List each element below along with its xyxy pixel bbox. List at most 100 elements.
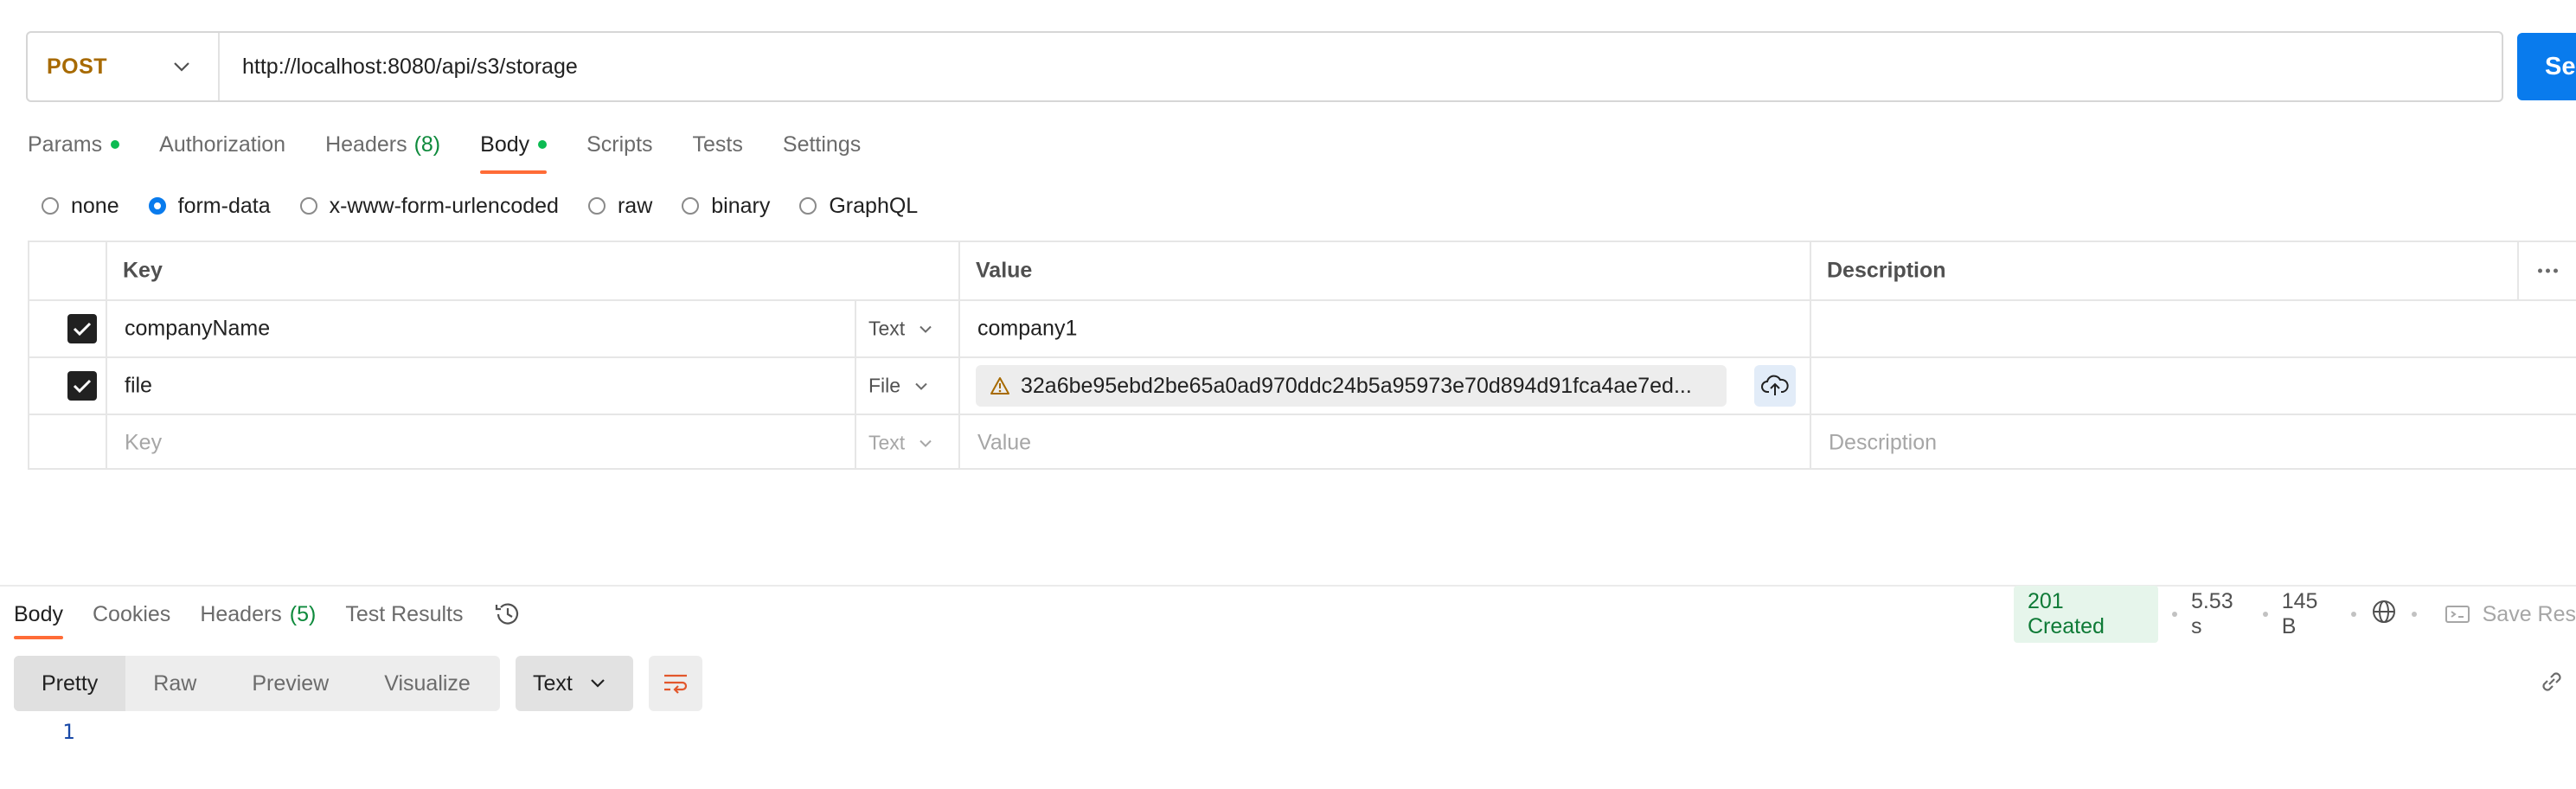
file-chip[interactable]: 32a6be95ebd2be65a0ad970ddc24b5a95973e70d…	[976, 365, 1727, 407]
response-meta: 201 Created 5.53 s 145 B Save Res	[2014, 586, 2576, 643]
form-data-table: Key Value Description companyName Text c…	[28, 241, 2576, 470]
value-cell[interactable]: company1	[977, 317, 1077, 342]
type-select[interactable]: Text	[868, 432, 932, 455]
key-placeholder[interactable]: Key	[125, 431, 162, 456]
radio-label: form-data	[177, 193, 271, 218]
response-tab-headers[interactable]: Headers (5)	[200, 602, 316, 627]
table-row: companyName Text company1	[29, 301, 2576, 358]
method-select[interactable]: POST	[28, 33, 220, 100]
file-name: 32a6be95ebd2be65a0ad970ddc24b5a95973e70d…	[1021, 373, 1692, 398]
section-divider	[0, 585, 2576, 587]
radio-graphql[interactable]: GraphQL	[799, 194, 918, 219]
value-placeholder[interactable]: Value	[977, 431, 1031, 456]
body-type-options: none form-data x-www-form-urlencoded raw…	[42, 189, 947, 223]
header-key: Key	[123, 258, 163, 283]
headers-count: (8)	[413, 132, 441, 157]
tab-label: Headers	[200, 601, 282, 626]
history-icon[interactable]	[493, 600, 522, 629]
radio-label: none	[71, 193, 119, 218]
header-description: Description	[1827, 258, 1946, 283]
response-tab-body[interactable]: Body	[14, 602, 63, 639]
tab-label: Headers	[325, 132, 407, 157]
chevron-down-icon	[920, 439, 932, 447]
column-divider	[2517, 242, 2519, 299]
more-options-icon[interactable]	[2538, 268, 2558, 273]
wrap-lines-button[interactable]	[649, 656, 702, 711]
upload-file-button[interactable]	[1754, 365, 1796, 407]
description-placeholder[interactable]: Description	[1829, 431, 1937, 456]
separator-dot	[2172, 612, 2177, 617]
wrap-lines-icon	[664, 674, 688, 694]
radio-icon	[587, 197, 606, 215]
tab-headers[interactable]: Headers (8)	[325, 125, 440, 164]
chevron-down-icon	[920, 325, 932, 333]
table-header-row: Key Value Description	[29, 242, 2576, 301]
check-icon	[73, 322, 92, 337]
url-input[interactable]: http://localhost:8080/api/s3/storage	[220, 55, 578, 80]
key-cell[interactable]: companyName	[125, 317, 270, 342]
tab-label: Tests	[692, 132, 743, 157]
radio-urlencoded[interactable]: x-www-form-urlencoded	[299, 193, 559, 219]
active-dot-icon	[111, 140, 120, 149]
separator-dot	[2350, 612, 2356, 617]
radio-label: raw	[617, 193, 653, 218]
url-bar: POST http://localhost:8080/api/s3/storag…	[26, 31, 2503, 102]
save-example-icon	[2445, 606, 2470, 623]
type-select[interactable]: File	[868, 375, 928, 398]
key-cell[interactable]: file	[125, 374, 152, 399]
chevron-down-icon	[174, 62, 189, 72]
tab-scripts[interactable]: Scripts	[586, 125, 652, 164]
response-size[interactable]: 145 B	[2282, 589, 2337, 639]
table-row-placeholder: Key Text Value Description	[29, 415, 2576, 471]
tab-label: Authorization	[159, 132, 286, 157]
radio-label: x-www-form-urlencoded	[329, 193, 559, 218]
radio-none[interactable]: none	[42, 194, 119, 219]
globe-icon[interactable]	[2370, 598, 2398, 632]
tab-tests[interactable]: Tests	[693, 125, 743, 164]
type-select[interactable]: Text	[868, 318, 932, 341]
type-label: Text	[868, 431, 906, 454]
line-number: 1	[62, 720, 75, 744]
format-select[interactable]: Text	[516, 656, 633, 711]
chevron-down-icon	[915, 382, 927, 390]
radio-label: GraphQL	[829, 193, 919, 218]
tab-settings[interactable]: Settings	[783, 125, 861, 164]
radio-raw[interactable]: raw	[587, 193, 653, 219]
header-value: Value	[976, 258, 1033, 283]
link-icon[interactable]	[2538, 668, 2566, 700]
radio-form-data[interactable]: form-data	[148, 193, 271, 219]
tab-label: Params	[28, 132, 103, 157]
send-button[interactable]: Se	[2517, 33, 2576, 100]
format-label: Text	[533, 670, 573, 696]
save-response-button[interactable]: Save Res	[2445, 602, 2576, 627]
separator-dot	[2411, 612, 2417, 617]
table-row: file File 32a6be95ebd2be65a0ad970ddc24b5…	[29, 358, 2576, 415]
view-preview[interactable]: Preview	[224, 656, 356, 711]
view-pretty[interactable]: Pretty	[14, 656, 126, 711]
row-checkbox[interactable]	[67, 314, 97, 343]
row-checkbox[interactable]	[67, 371, 97, 401]
radio-label: binary	[711, 193, 771, 218]
type-label: Text	[868, 317, 906, 340]
radio-icon	[42, 197, 59, 215]
active-dot-icon	[538, 140, 548, 149]
status-badge[interactable]: 201 Created	[2014, 586, 2159, 643]
headers-count: (5)	[289, 601, 317, 626]
radio-icon	[299, 197, 317, 215]
response-tab-cookies[interactable]: Cookies	[93, 602, 170, 627]
tab-params[interactable]: Params	[28, 125, 120, 164]
separator-dot	[2262, 612, 2268, 617]
radio-binary[interactable]: binary	[682, 194, 770, 219]
radio-checked-icon	[148, 197, 166, 215]
view-raw[interactable]: Raw	[125, 656, 224, 711]
warning-icon	[990, 377, 1009, 394]
response-time[interactable]: 5.53 s	[2191, 589, 2249, 639]
method-label: POST	[47, 54, 108, 79]
response-tab-test-results[interactable]: Test Results	[345, 602, 463, 627]
tab-body[interactable]: Body	[480, 125, 548, 174]
save-response-label: Save Res	[2482, 601, 2576, 626]
type-label: File	[868, 374, 901, 397]
response-tabs: Body Cookies Headers (5) Test Results	[14, 595, 522, 639]
tab-authorization[interactable]: Authorization	[159, 125, 285, 164]
view-visualize[interactable]: Visualize	[356, 656, 498, 711]
